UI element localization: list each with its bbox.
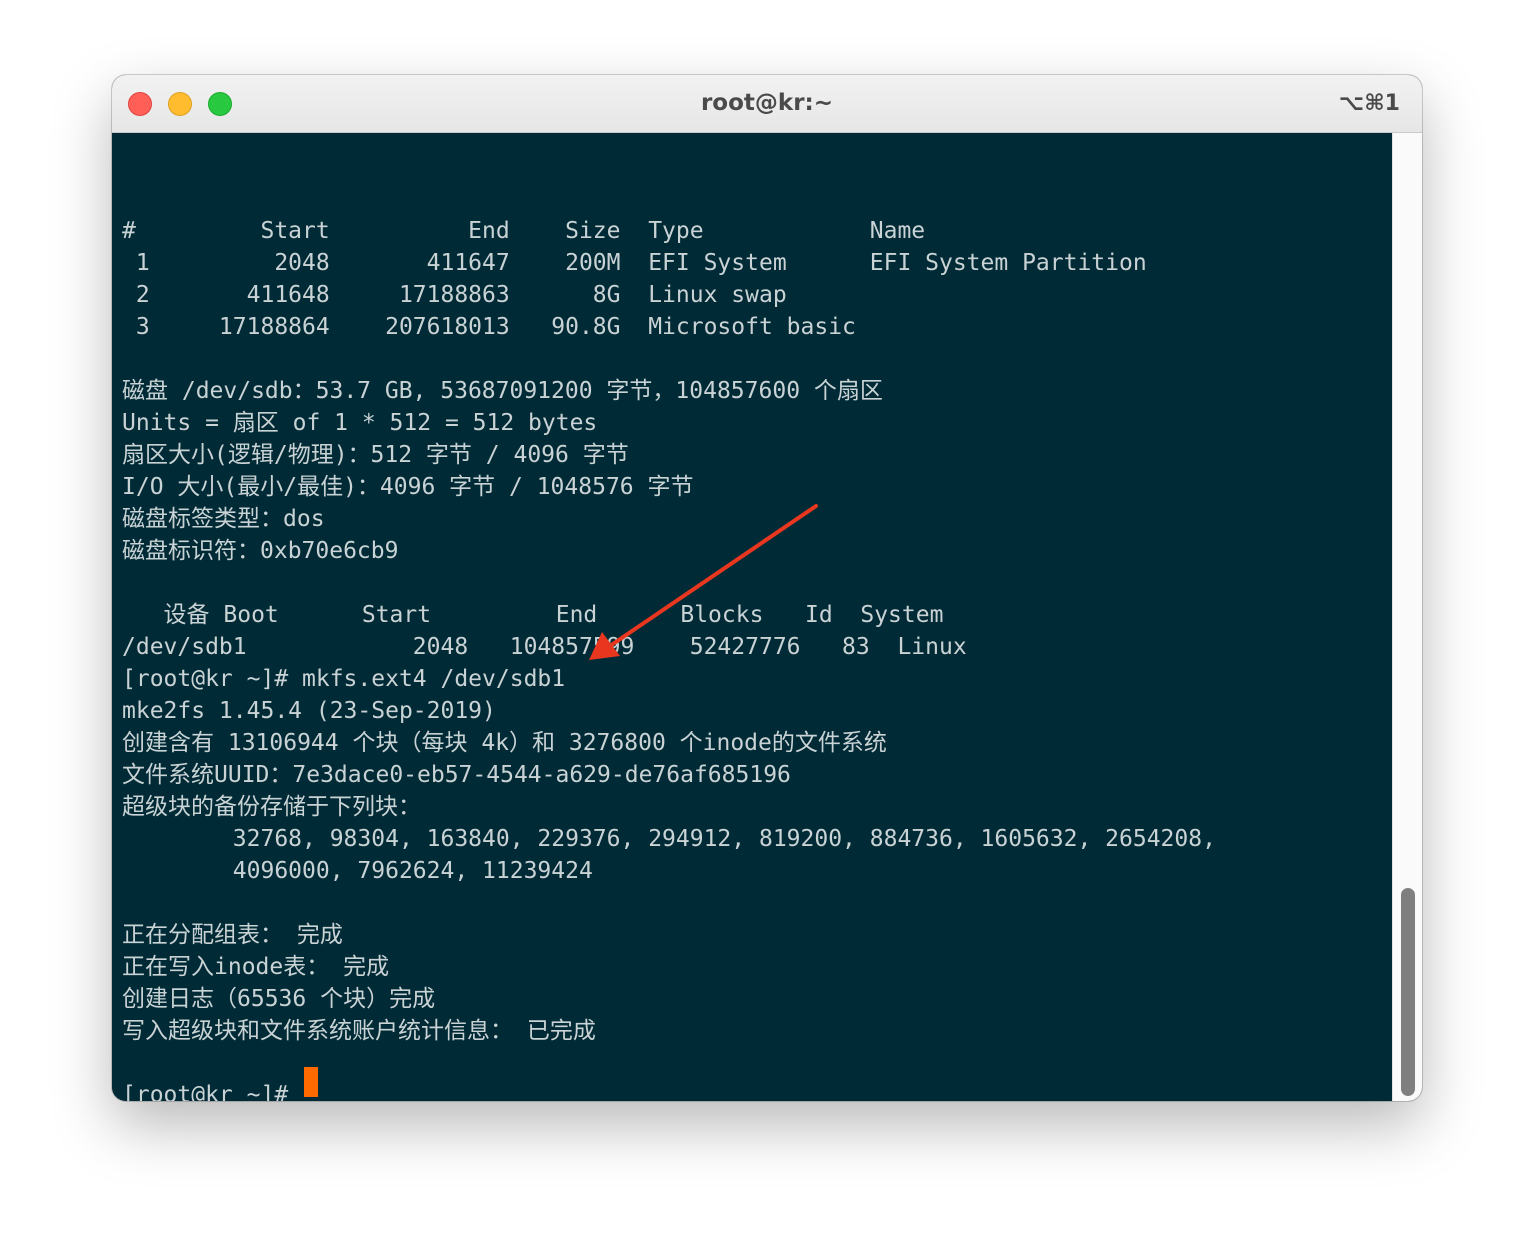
units-line: Units = 扇区 of 1 * 512 = 512 bytes [122, 410, 598, 436]
partition-table-header: # Start End Size Type Name [122, 218, 926, 244]
mkfs-command-line: [root@kr ~]# mkfs.ext4 /dev/sdb1 [122, 666, 566, 692]
fs-uuid-line: 文件系统UUID：7e3dace0-eb57-4544-a629-de76af6… [122, 762, 791, 788]
sector-size-line: 扇区大小(逻辑/物理)：512 字节 / 4096 字节 [122, 442, 629, 468]
create-fs-line: 创建含有 13106944 个块（每块 4k）和 3276800 个inode的… [122, 730, 887, 756]
superblock-list-line-1: 32768, 98304, 163840, 229376, 294912, 81… [122, 826, 1216, 852]
device-row-sdb1: /dev/sdb1 2048 104857599 52427776 83 Lin… [122, 634, 967, 660]
disk-label-type-line: 磁盘标签类型：dos [122, 506, 325, 532]
device-table-header: 设备 Boot Start End Blocks Id System [122, 602, 944, 628]
terminal-window: root@kr:~ ⌥⌘1 # Start End Size Type Name… [112, 75, 1422, 1101]
scrollbar-thumb[interactable] [1401, 888, 1415, 1096]
partition-row-1: 1 2048 411647 200M EFI System EFI System… [122, 250, 1147, 276]
superblock-list-line-2: 4096000, 7962624, 11239424 [122, 858, 593, 884]
window-shortcut-label: ⌥⌘1 [1338, 91, 1400, 116]
mke2fs-version-line: mke2fs 1.45.4 (23-Sep-2019) [122, 698, 496, 724]
window-title: root@kr:~ [700, 90, 834, 116]
text-cursor [304, 1067, 318, 1097]
superblock-backup-line: 超级块的备份存储于下列块： [122, 794, 421, 820]
title-bar[interactable]: root@kr:~ ⌥⌘1 [112, 75, 1422, 133]
disk-identifier-line: 磁盘标识符：0xb70e6cb9 [122, 538, 399, 564]
partition-row-2: 2 411648 17188863 8G Linux swap [122, 282, 787, 308]
io-size-line: I/O 大小(最小/最佳)：4096 字节 / 1048576 字节 [122, 474, 694, 500]
writing-superblocks-line: 写入超级块和文件系统账户统计信息： 已完成 [122, 1018, 596, 1044]
allocating-group-tables-line: 正在分配组表： 完成 [122, 922, 343, 948]
partition-row-3: 3 17188864 207618013 90.8G Microsoft bas… [122, 314, 856, 340]
terminal-output[interactable]: # Start End Size Type Name 1 2048 411647… [112, 133, 1392, 1101]
creating-journal-line: 创建日志（65536 个块）完成 [122, 986, 436, 1012]
disk-info-line: 磁盘 /dev/sdb：53.7 GB, 53687091200 字节，1048… [122, 378, 883, 404]
writing-inode-tables-line: 正在写入inode表： 完成 [122, 954, 390, 980]
shell-prompt[interactable]: [root@kr ~]# [122, 1079, 302, 1101]
